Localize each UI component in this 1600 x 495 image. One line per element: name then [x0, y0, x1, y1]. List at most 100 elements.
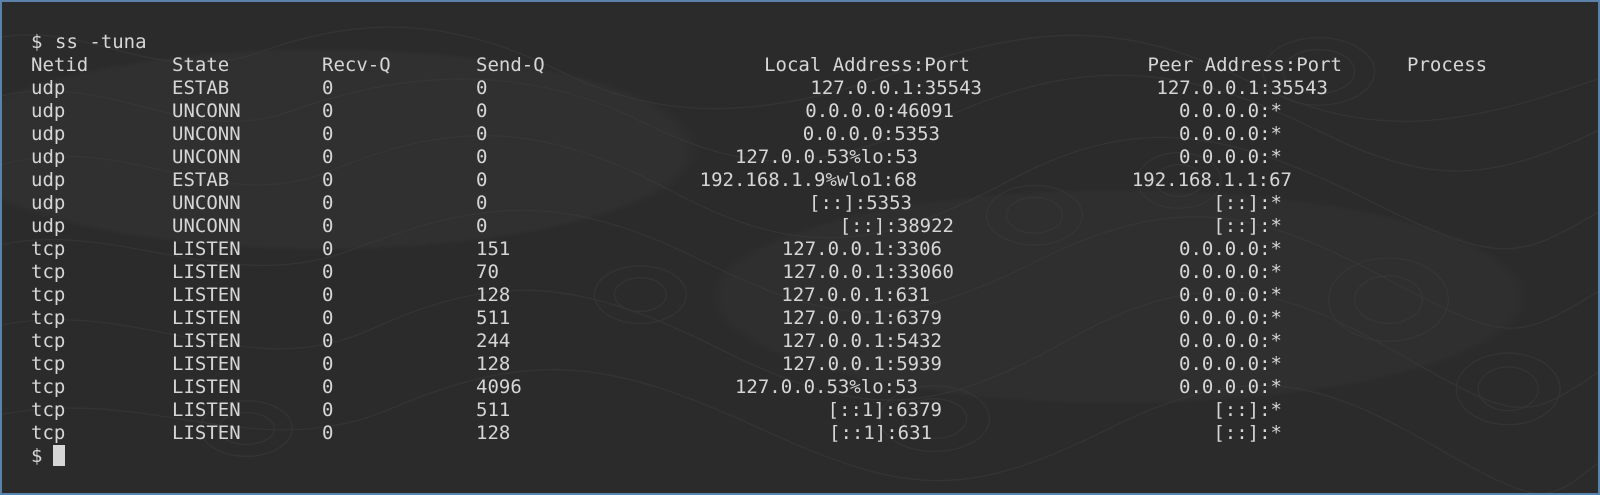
local-address-cell: [::]:5353: [809, 192, 912, 214]
local-address-cell: 0.0.0.0:5353: [802, 123, 940, 145]
netid-cell: udp: [31, 100, 66, 122]
send-q-cell: 128: [476, 284, 511, 306]
cursor-block-icon: [53, 445, 65, 466]
local-address-cell: 0.0.0.0:46091: [805, 100, 954, 122]
state-cell: LISTEN: [172, 238, 241, 260]
send-q-cell: 511: [476, 399, 511, 421]
peer-address-cell: [::]:*: [1213, 215, 1282, 237]
state-cell: ESTAB: [172, 77, 230, 99]
prompt-symbol: $: [31, 445, 43, 467]
send-q-cell: 0: [476, 146, 488, 168]
text-cursor: [47, 445, 65, 469]
netid-cell: udp: [31, 215, 66, 237]
netid-cell: tcp: [31, 399, 66, 421]
recv-q-cell: 0: [322, 284, 334, 306]
send-q-cell: 0: [476, 215, 488, 237]
send-q-cell: 244: [476, 330, 511, 352]
local-address-cell: 127.0.0.1:3306: [781, 238, 942, 260]
recv-q-cell: 0: [322, 215, 334, 237]
send-q-cell: 4096: [476, 376, 522, 398]
state-cell: ESTAB: [172, 169, 230, 191]
table-row: tcp LISTEN 0 128 127.0.0.1:5939 0.0.0.0:…: [2, 353, 1598, 376]
state-cell: LISTEN: [172, 376, 241, 398]
terminal-window: $ ss -tuna Netid State Recv-Q Send-Q Loc…: [0, 0, 1600, 495]
peer-address-cell: 127.0.0.1:35543: [1156, 77, 1328, 99]
table-row: tcp LISTEN 0 4096 127.0.0.53%lo:53 0.0.0…: [2, 376, 1598, 399]
state-cell: LISTEN: [172, 399, 241, 421]
netid-cell: udp: [31, 169, 66, 191]
header-send-q: Send-Q: [476, 54, 545, 76]
prompt-symbol: $: [31, 31, 43, 53]
peer-address-cell: 0.0.0.0:*: [1179, 123, 1282, 145]
header-state: State: [172, 54, 230, 76]
header-process: Process: [1407, 54, 1488, 76]
send-q-cell: 151: [476, 238, 511, 260]
local-address-cell: 192.168.1.9%wlo1:68: [699, 169, 917, 191]
local-address-cell: 127.0.0.1:5432: [781, 330, 942, 352]
state-cell: UNCONN: [172, 215, 241, 237]
table-row: udp ESTAB 0 0 127.0.0.1:35543 127.0.0.1:…: [2, 77, 1598, 100]
prompt-line: $: [2, 445, 1598, 468]
command-text: ss -tuna: [55, 31, 147, 53]
send-q-cell: 0: [476, 77, 488, 99]
send-q-cell: 0: [476, 123, 488, 145]
local-address-cell: 127.0.0.1:35543: [810, 77, 982, 99]
peer-address-cell: 0.0.0.0:*: [1179, 238, 1282, 260]
send-q-cell: 128: [476, 353, 511, 375]
recv-q-cell: 0: [322, 399, 334, 421]
state-cell: LISTEN: [172, 353, 241, 375]
netid-cell: tcp: [31, 238, 66, 260]
netid-cell: tcp: [31, 284, 66, 306]
local-address-cell: [::1]:6379: [827, 399, 942, 421]
table-row: udp UNCONN 0 0 [::]:5353 [::]:*: [2, 192, 1598, 215]
header-netid: Netid: [31, 54, 89, 76]
recv-q-cell: 0: [322, 123, 334, 145]
table-row: udp UNCONN 0 0 127.0.0.53%lo:53 0.0.0.0:…: [2, 146, 1598, 169]
table-row: udp UNCONN 0 0 0.0.0.0:5353 0.0.0.0:*: [2, 123, 1598, 146]
terminal-output[interactable]: $ ss -tuna Netid State Recv-Q Send-Q Loc…: [2, 2, 1598, 493]
table-row: udp UNCONN 0 0 0.0.0.0:46091 0.0.0.0:*: [2, 100, 1598, 123]
header-peer-address: Peer Address:Port: [1147, 54, 1342, 76]
table-row: tcp LISTEN 0 151 127.0.0.1:3306 0.0.0.0:…: [2, 238, 1598, 261]
recv-q-cell: 0: [322, 100, 334, 122]
table-row: tcp LISTEN 0 128 127.0.0.1:631 0.0.0.0:*: [2, 284, 1598, 307]
netid-cell: tcp: [31, 261, 66, 283]
header-recv-q: Recv-Q: [322, 54, 391, 76]
local-address-cell: [::]:38922: [839, 215, 954, 237]
table-row: udp UNCONN 0 0 [::]:38922 [::]:*: [2, 215, 1598, 238]
state-cell: LISTEN: [172, 261, 241, 283]
state-cell: LISTEN: [172, 330, 241, 352]
netid-cell: udp: [31, 123, 66, 145]
table-row: tcp LISTEN 0 128 [::1]:631 [::]:*: [2, 422, 1598, 445]
recv-q-cell: 0: [322, 192, 334, 214]
recv-q-cell: 0: [322, 238, 334, 260]
state-cell: LISTEN: [172, 422, 241, 444]
netid-cell: udp: [31, 77, 66, 99]
recv-q-cell: 0: [322, 422, 334, 444]
send-q-cell: 0: [476, 100, 488, 122]
recv-q-cell: 0: [322, 307, 334, 329]
send-q-cell: 511: [476, 307, 511, 329]
local-address-cell: 127.0.0.1:33060: [782, 261, 954, 283]
local-address-cell: [::1]:631: [829, 422, 932, 444]
table-row: udp ESTAB 0 0 192.168.1.9%wlo1:68 192.16…: [2, 169, 1598, 192]
peer-address-cell: 0.0.0.0:*: [1179, 353, 1282, 375]
send-q-cell: 70: [476, 261, 499, 283]
table-row: tcp LISTEN 0 70 127.0.0.1:33060 0.0.0.0:…: [2, 261, 1598, 284]
recv-q-cell: 0: [322, 146, 334, 168]
local-address-cell: 127.0.0.53%lo:53: [734, 376, 918, 398]
recv-q-cell: 0: [322, 330, 334, 352]
netid-cell: tcp: [31, 353, 66, 375]
peer-address-cell: 0.0.0.0:*: [1179, 146, 1282, 168]
netid-cell: tcp: [31, 376, 66, 398]
netid-cell: udp: [31, 146, 66, 168]
local-address-cell: 127.0.0.53%lo:53: [734, 146, 918, 168]
state-cell: UNCONN: [172, 192, 241, 214]
netid-cell: tcp: [31, 422, 66, 444]
table-row: tcp LISTEN 0 511 127.0.0.1:6379 0.0.0.0:…: [2, 307, 1598, 330]
recv-q-cell: 0: [322, 169, 334, 191]
peer-address-cell: [::]:*: [1213, 192, 1282, 214]
local-address-cell: 127.0.0.1:631: [781, 284, 930, 306]
recv-q-cell: 0: [322, 77, 334, 99]
peer-address-cell: [::]:*: [1213, 422, 1282, 444]
